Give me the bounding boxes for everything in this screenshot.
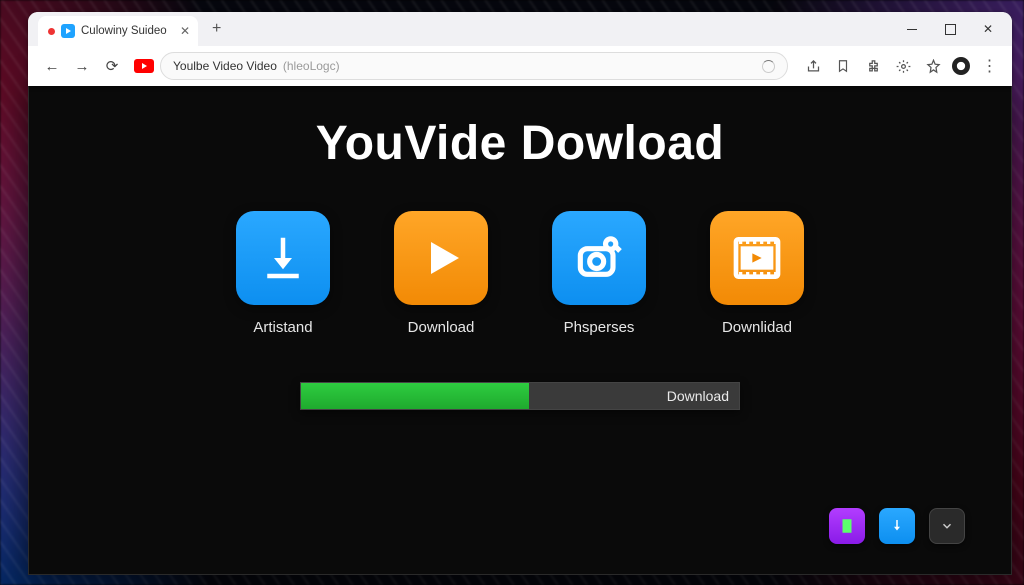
address-bar[interactable]: Youlbe Video Video (hleoLogc): [160, 52, 788, 80]
star-icon[interactable]: [922, 55, 944, 77]
extension-puzzle-icon[interactable]: [862, 55, 884, 77]
nav-back-button[interactable]: ←: [40, 54, 64, 78]
footer-download-button[interactable]: [879, 508, 915, 544]
share-icon[interactable]: [802, 55, 824, 77]
download-arrow-icon: [236, 211, 330, 305]
tile-phsperses[interactable]: Phsperses: [552, 211, 646, 336]
extension-icons: ⋮: [802, 55, 1000, 77]
settings-gear-icon[interactable]: [892, 55, 914, 77]
new-tab-button[interactable]: +: [206, 18, 227, 40]
footer-buttons: [829, 508, 965, 544]
tab-title: Culowiny Suideo: [81, 25, 167, 37]
browser-menu-button[interactable]: ⋮: [978, 55, 1000, 77]
tile-label: Phsperses: [564, 319, 635, 336]
nav-forward-button[interactable]: →: [70, 54, 94, 78]
tab-close-button[interactable]: ✕: [180, 24, 190, 38]
recording-dot-icon: [48, 28, 55, 35]
window-maximize-button[interactable]: [932, 15, 968, 43]
page-title: YouVide Dowload: [316, 116, 724, 171]
window-minimize-button[interactable]: [894, 15, 930, 43]
film-frame-icon: [710, 211, 804, 305]
favicon-icon: [61, 24, 75, 38]
bookmark-icon[interactable]: [832, 55, 854, 77]
browser-tab-active[interactable]: Culowiny Suideo ✕: [38, 16, 198, 46]
window-controls: [894, 12, 1006, 46]
nav-reload-button[interactable]: ⟳: [100, 54, 124, 78]
play-icon: [394, 211, 488, 305]
footer-media-button[interactable]: [829, 508, 865, 544]
progress-label: Download: [529, 383, 739, 409]
footer-expand-button[interactable]: [929, 508, 965, 544]
tile-label: Artistand: [253, 319, 312, 336]
tile-downlidad[interactable]: Downlidad: [710, 211, 804, 336]
camera-icon: [552, 211, 646, 305]
tile-row: Artistand Download Phsperses: [236, 211, 804, 336]
toolbar: ← → ⟳ Youlbe Video Video (hleoLogc): [28, 46, 1012, 86]
address-hint: (hleoLogc): [283, 59, 340, 73]
tab-strip: Culowiny Suideo ✕ +: [28, 12, 1012, 46]
loading-spinner-icon: [762, 60, 775, 73]
tile-label: Downlidad: [722, 319, 792, 336]
progress-bar[interactable]: Download: [300, 382, 740, 410]
window-close-button[interactable]: [970, 15, 1006, 43]
site-youtube-icon: [134, 59, 154, 73]
tile-download[interactable]: Download: [394, 211, 488, 336]
tile-artistand[interactable]: Artistand: [236, 211, 330, 336]
page-content: YouVide Dowload Artistand Download: [28, 86, 1012, 575]
progress-fill: [301, 383, 529, 409]
profile-avatar-icon[interactable]: [952, 57, 970, 75]
address-text: Youlbe Video Video: [173, 59, 277, 73]
tile-label: Download: [408, 319, 475, 336]
browser-window: Culowiny Suideo ✕ + ← → ⟳ Youlbe Video V…: [28, 12, 1012, 86]
